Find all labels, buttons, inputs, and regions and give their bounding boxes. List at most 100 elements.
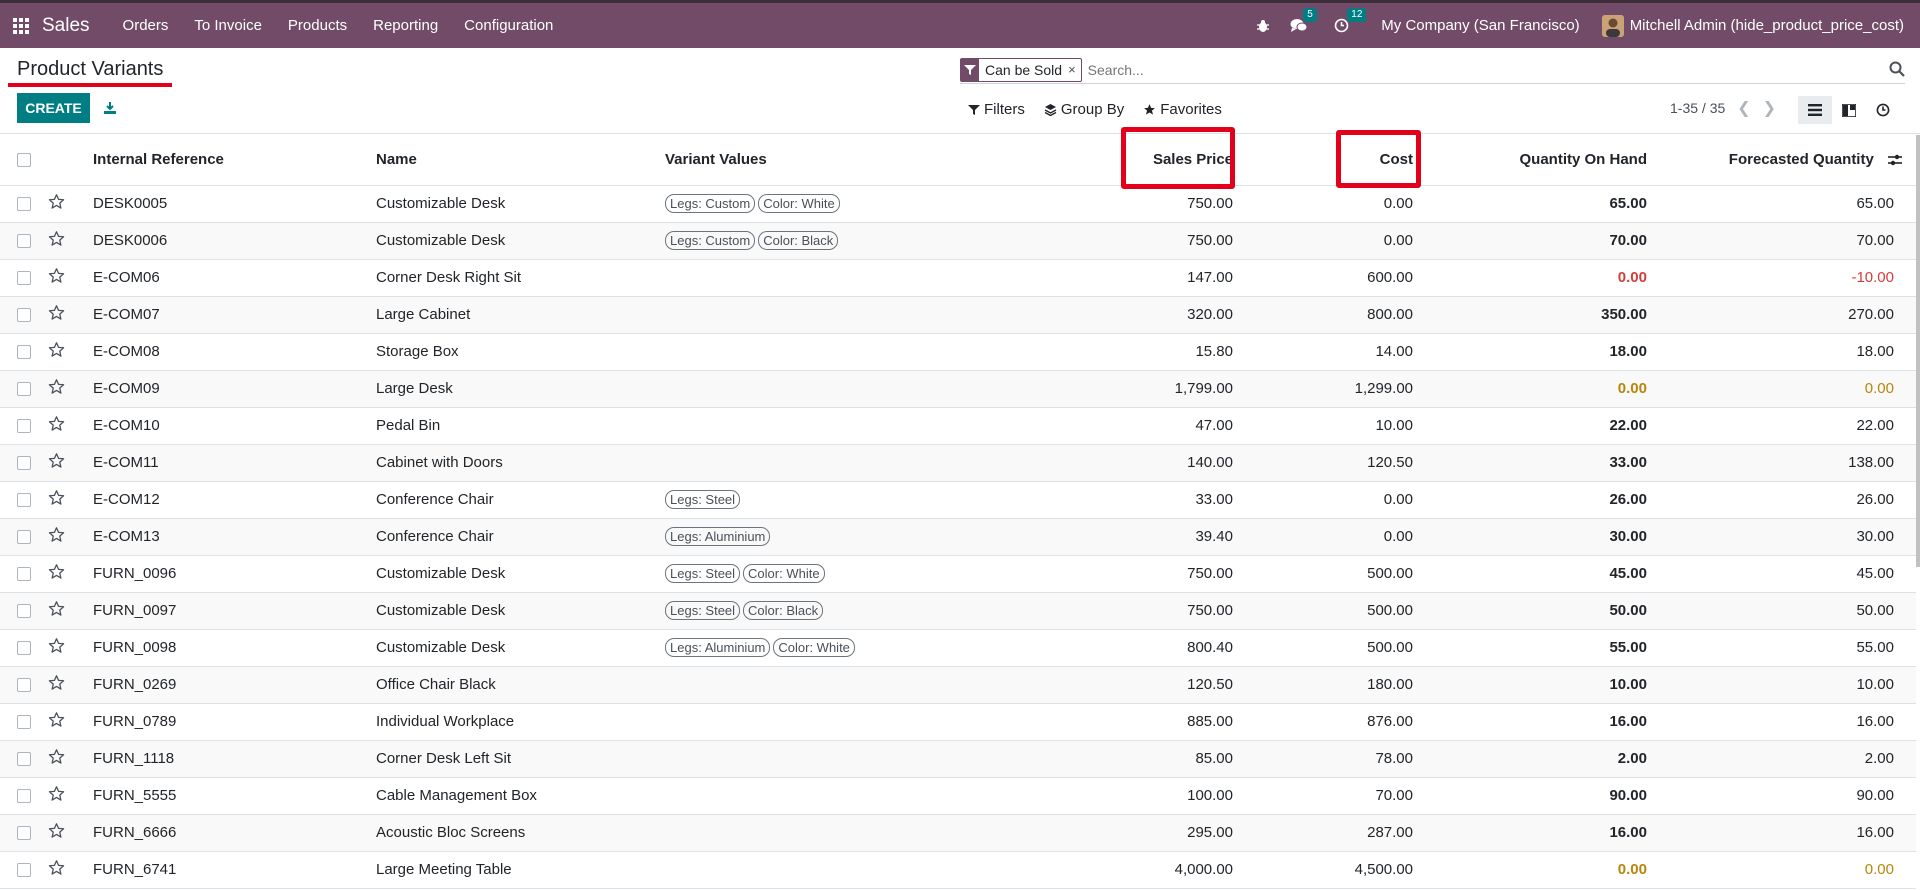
table-row[interactable]: FURN_6666 Acoustic Bloc Screens 295.00 287.… [0,814,1916,852]
menu-configuration[interactable]: Configuration [451,3,566,48]
facet-remove-icon[interactable]: × [1068,62,1081,77]
row-checkbox[interactable] [17,419,31,434]
menu-reporting[interactable]: Reporting [360,3,451,48]
favorite-star-icon[interactable] [48,378,65,399]
row-checkbox[interactable] [17,345,31,360]
search-input[interactable] [1087,61,1905,78]
pager-value[interactable]: 1-35 / 35 [1670,100,1725,116]
optional-columns-toggle-icon[interactable] [1888,154,1902,166]
favorite-star-icon[interactable] [48,526,65,547]
create-button[interactable]: CREATE [17,93,90,123]
favorite-star-icon[interactable] [48,748,65,769]
table-row[interactable]: E-COM06 Corner Desk Right Sit 147.00 600.00… [0,259,1916,297]
table-row[interactable]: E-COM07 Large Cabinet 320.00 800.00 350.00 27… [0,296,1916,334]
header-variant-values[interactable]: Variant Values [665,135,1015,186]
activities-clock-icon[interactable]: 12 [1334,8,1367,33]
cell-quantity-on-hand: 16.00 [1435,814,1669,852]
kanban-view-icon[interactable] [1832,96,1866,124]
row-checkbox[interactable] [17,197,31,212]
favorite-star-icon[interactable] [48,452,65,473]
favorite-star-icon[interactable] [48,415,65,436]
table-row[interactable]: FURN_6741 Large Meeting Table 4,000.00 4,50… [0,851,1916,889]
table-row[interactable]: FURN_5555 Cable Management Box 100.00 70.00… [0,777,1916,815]
row-checkbox[interactable] [17,234,31,249]
table-row[interactable]: FURN_0096 Customizable Desk Legs: Steel Col… [0,555,1916,593]
cell-forecasted-quantity: 50.00 [1669,592,1916,630]
table-row[interactable]: E-COM10 Pedal Bin 47.00 10.00 22.00 22.00 [0,407,1916,445]
favorite-star-icon[interactable] [48,822,65,843]
activity-view-icon[interactable] [1866,96,1900,124]
company-switcher[interactable]: My Company (San Francisco) [1381,17,1579,34]
favorite-star-icon[interactable] [48,563,65,584]
table-row[interactable]: FURN_1118 Corner Desk Left Sit 85.00 78.00 2… [0,740,1916,778]
row-checkbox[interactable] [17,530,31,545]
favorite-star-icon[interactable] [48,711,65,732]
messages-chat-icon[interactable]: 5 [1290,7,1317,34]
favorite-star-icon[interactable] [48,785,65,806]
table-row[interactable]: DESK0005 Customizable Desk Legs: Custom Col… [0,185,1916,223]
filters-dropdown[interactable]: Filters [968,101,1025,118]
row-checkbox[interactable] [17,752,31,767]
row-checkbox[interactable] [17,715,31,730]
menu-to-invoice[interactable]: To Invoice [181,3,275,48]
list-view-icon[interactable] [1798,96,1832,124]
favorite-star-icon[interactable] [48,489,65,510]
favorite-star-icon[interactable] [48,193,65,214]
cell-forecasted-quantity: 55.00 [1669,629,1916,667]
row-checkbox[interactable] [17,382,31,397]
table-row[interactable]: DESK0006 Customizable Desk Legs: Custom Col… [0,222,1916,260]
debug-bug-icon[interactable] [1256,19,1270,33]
favorite-star-icon[interactable] [48,341,65,362]
header-quantity-on-hand[interactable]: Quantity On Hand [1435,135,1669,186]
row-checkbox[interactable] [17,308,31,323]
favorite-star-icon[interactable] [48,674,65,695]
favorite-star-icon[interactable] [48,304,65,325]
favorite-star-icon[interactable] [48,637,65,658]
table-row[interactable]: E-COM11 Cabinet with Doors 140.00 120.50 33.… [0,444,1916,482]
download-icon[interactable] [100,97,120,119]
row-checkbox[interactable] [17,826,31,841]
search-icon[interactable] [1889,61,1905,81]
row-checkbox[interactable] [17,678,31,693]
row-checkbox[interactable] [17,641,31,656]
row-checkbox[interactable] [17,567,31,582]
header-forecasted-quantity[interactable]: Forecasted Quantity [1669,135,1916,186]
select-all-checkbox[interactable] [17,153,31,168]
pager-next-icon[interactable]: ❯ [1763,98,1776,118]
row-checkbox[interactable] [17,271,31,286]
vertical-scrollbar[interactable] [1916,135,1920,567]
table-row[interactable]: E-COM13 Conference Chair Legs: Aluminium 39… [0,518,1916,556]
user-menu[interactable]: Mitchell Admin (hide_product_price_cost) [1601,14,1904,37]
favorite-star-icon[interactable] [48,600,65,621]
menu-orders[interactable]: Orders [110,3,182,48]
favorite-star-icon[interactable] [48,859,65,880]
favorite-star-icon[interactable] [48,267,65,288]
row-checkbox[interactable] [17,604,31,619]
cell-sales-price: 320.00 [1015,296,1255,334]
table-row[interactable]: FURN_0097 Customizable Desk Legs: Steel Col… [0,592,1916,630]
row-checkbox[interactable] [17,456,31,471]
pager-previous-icon[interactable]: ❮ [1737,98,1750,118]
table-row[interactable]: E-COM12 Conference Chair Legs: Steel 33.00 0… [0,481,1916,519]
cell-cost: 876.00 [1255,703,1435,741]
row-checkbox[interactable] [17,493,31,508]
group-by-dropdown[interactable]: Group By [1044,101,1124,118]
page-title[interactable]: Product Variants [17,58,163,81]
header-internal-reference[interactable]: Internal Reference [93,135,376,186]
table-row[interactable]: FURN_0789 Individual Workplace 885.00 876.0… [0,703,1916,741]
row-checkbox[interactable] [17,863,31,878]
table-row[interactable]: E-COM09 Large Desk 1,799.00 1,299.00 0.00 0.0… [0,370,1916,408]
favorite-star-icon[interactable] [48,230,65,251]
table-row[interactable]: E-COM08 Storage Box 15.80 14.00 18.00 18.00 [0,333,1916,371]
table-row[interactable]: FURN_0269 Office Chair Black 120.50 180.00 1… [0,666,1916,704]
favorite-cell [48,851,93,889]
table-row[interactable]: FURN_0098 Customizable Desk Legs: Aluminiu… [0,629,1916,667]
app-menu-icon[interactable] [0,3,42,48]
header-name[interactable]: Name [376,135,665,186]
app-brand[interactable]: Sales [42,15,90,37]
cell-cost: 500.00 [1255,629,1435,667]
menu-products[interactable]: Products [275,3,360,48]
row-checkbox[interactable] [17,789,31,804]
favorites-dropdown[interactable]: Favorites [1143,101,1222,118]
favorites-label: Favorites [1160,101,1222,118]
